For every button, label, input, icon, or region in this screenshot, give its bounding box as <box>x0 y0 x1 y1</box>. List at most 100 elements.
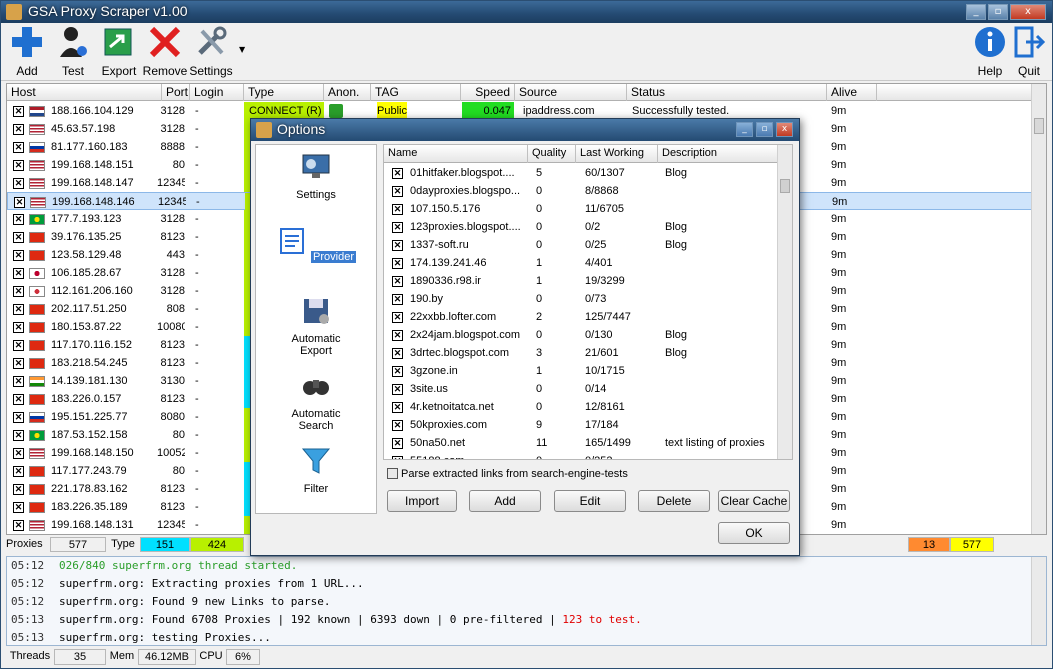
provider-row[interactable]: ✕ 0dayproxies.blogspo... 0 8/8868 <box>384 182 778 200</box>
provider-row[interactable]: ✕ 2x24jam.blogspot.com 0 0/130 Blog <box>384 326 778 344</box>
row-checkbox[interactable]: ✕ <box>13 178 24 189</box>
row-checkbox[interactable]: ✕ <box>13 106 24 117</box>
table-scrollbar[interactable] <box>1031 84 1046 534</box>
add-provider-button[interactable]: Add <box>469 490 541 512</box>
provider-scroll-thumb[interactable] <box>780 179 790 193</box>
row-checkbox[interactable]: ✕ <box>13 286 24 297</box>
col-port[interactable]: Port <box>162 84 190 101</box>
provider-row[interactable]: ✕ 4r.ketnoitatca.net 0 12/8161 <box>384 398 778 416</box>
nav-automatic-export[interactable]: Automatic Export <box>256 295 376 357</box>
row-checkbox[interactable]: ✕ <box>13 250 24 261</box>
row-checkbox[interactable]: ✕ <box>13 466 24 477</box>
close-button[interactable]: x <box>1010 4 1046 20</box>
provider-row[interactable]: ✕ 50na50.net 11 165/1499 text listing of pro… <box>384 434 778 452</box>
provider-row[interactable]: ✕ 123proxies.blogspot.... 0 0/2 Blog <box>384 218 778 236</box>
row-checkbox[interactable]: ✕ <box>13 394 24 405</box>
col-tag[interactable]: TAG <box>371 84 461 101</box>
col-alive[interactable]: Alive <box>827 84 877 101</box>
log-scrollbar[interactable] <box>1031 557 1046 645</box>
parse-links-checkbox[interactable] <box>387 468 398 479</box>
col-login[interactable]: Login <box>190 84 244 101</box>
provider-row[interactable]: ✕ 55188.com 0 0/252 <box>384 452 778 459</box>
provider-checkbox[interactable]: ✕ <box>392 258 403 269</box>
provider-checkbox[interactable]: ✕ <box>392 420 403 431</box>
maximize-button[interactable]: ▫ <box>988 4 1008 20</box>
provider-row[interactable]: ✕ 01hitfaker.blogspot.... 5 60/1307 Blog <box>384 164 778 182</box>
provider-row[interactable]: ✕ 50kproxies.com 9 17/184 <box>384 416 778 434</box>
test-button[interactable]: Test <box>47 25 99 78</box>
settings-button[interactable]: Settings <box>185 25 237 78</box>
provider-checkbox[interactable]: ✕ <box>392 366 403 377</box>
row-checkbox[interactable]: ✕ <box>13 448 24 459</box>
row-checkbox[interactable]: ✕ <box>13 160 24 171</box>
provider-checkbox[interactable]: ✕ <box>392 168 403 179</box>
row-checkbox[interactable]: ✕ <box>13 322 24 333</box>
provider-row[interactable]: ✕ 190.by 0 0/73 <box>384 290 778 308</box>
provider-row[interactable]: ✕ 3site.us 0 0/14 <box>384 380 778 398</box>
col-description[interactable]: Description <box>658 145 778 163</box>
provider-checkbox[interactable]: ✕ <box>392 312 403 323</box>
export-button[interactable]: Export <box>93 25 145 78</box>
edit-button[interactable]: Edit <box>554 490 626 512</box>
parse-links-option[interactable]: Parse extracted links from search-engine… <box>387 468 628 480</box>
provider-checkbox[interactable]: ✕ <box>392 276 403 287</box>
provider-row[interactable]: ✕ 22xxbb.lofter.com 2 125/7447 <box>384 308 778 326</box>
nav-provider[interactable]: Provider <box>256 225 376 263</box>
dialog-minimize-button[interactable]: _ <box>736 122 753 137</box>
quit-button[interactable]: Quit <box>1003 25 1053 78</box>
dialog-close-button[interactable]: x <box>776 122 793 137</box>
col-name[interactable]: Name <box>384 145 528 163</box>
provider-checkbox[interactable]: ✕ <box>392 402 403 413</box>
import-button[interactable]: Import <box>387 490 457 512</box>
provider-list[interactable]: Name Quality Last Working Description ✕ 0… <box>383 144 793 460</box>
provider-checkbox[interactable]: ✕ <box>392 348 403 359</box>
col-last-working[interactable]: Last Working <box>576 145 658 163</box>
provider-checkbox[interactable]: ✕ <box>392 186 403 197</box>
provider-checkbox[interactable]: ✕ <box>392 222 403 233</box>
settings-dropdown-arrow-icon[interactable]: ▼ <box>239 45 245 54</box>
provider-checkbox[interactable]: ✕ <box>392 456 403 459</box>
col-source[interactable]: Source <box>515 84 627 101</box>
add-button[interactable]: Add <box>1 25 53 78</box>
row-checkbox[interactable]: ✕ <box>13 376 24 387</box>
provider-row[interactable]: ✕ 107.150.5.176 0 11/6705 <box>384 200 778 218</box>
row-checkbox[interactable]: ✕ <box>13 268 24 279</box>
col-type[interactable]: Type <box>244 84 324 101</box>
row-checkbox[interactable]: ✕ <box>13 484 24 495</box>
col-host[interactable]: Host <box>7 84 162 101</box>
delete-button[interactable]: Delete <box>638 490 710 512</box>
provider-checkbox[interactable]: ✕ <box>392 294 403 305</box>
remove-button[interactable]: Remove <box>139 25 191 78</box>
row-checkbox[interactable]: ✕ <box>13 232 24 243</box>
row-checkbox[interactable]: ✕ <box>13 358 24 369</box>
nav-settings[interactable]: Settings <box>256 151 376 201</box>
dialog-maximize-button[interactable]: ▫ <box>756 122 773 137</box>
provider-checkbox[interactable]: ✕ <box>392 438 403 449</box>
row-checkbox[interactable]: ✕ <box>13 430 24 441</box>
provider-checkbox[interactable]: ✕ <box>392 384 403 395</box>
provider-row[interactable]: ✕ 174.139.241.46 1 4/401 <box>384 254 778 272</box>
minimize-button[interactable]: _ <box>966 4 986 20</box>
row-checkbox[interactable]: ✕ <box>14 197 25 208</box>
col-speed[interactable]: Speed <box>461 84 515 101</box>
row-checkbox[interactable]: ✕ <box>13 142 24 153</box>
row-checkbox[interactable]: ✕ <box>13 214 24 225</box>
col-status[interactable]: Status <box>627 84 827 101</box>
col-quality[interactable]: Quality <box>528 145 576 163</box>
row-checkbox[interactable]: ✕ <box>13 502 24 513</box>
provider-row[interactable]: ✕ 1890336.r98.ir 1 19/3299 <box>384 272 778 290</box>
row-checkbox[interactable]: ✕ <box>13 124 24 135</box>
nav-filter[interactable]: Filter <box>256 445 376 495</box>
ok-button[interactable]: OK <box>718 522 790 544</box>
nav-automatic-search[interactable]: Automatic Search <box>256 370 376 432</box>
row-checkbox[interactable]: ✕ <box>13 304 24 315</box>
col-anon[interactable]: Anon. <box>324 84 371 101</box>
clear-cache-button[interactable]: Clear Cache <box>718 490 790 512</box>
provider-row[interactable]: ✕ 1337-soft.ru 0 0/25 Blog <box>384 236 778 254</box>
provider-checkbox[interactable]: ✕ <box>392 204 403 215</box>
log-panel[interactable]: 05:12 026/840 superfrm.org thread started… <box>6 556 1047 646</box>
row-checkbox[interactable]: ✕ <box>13 520 24 531</box>
provider-row[interactable]: ✕ 3drtec.blogspot.com 3 21/601 Blog <box>384 344 778 362</box>
provider-checkbox[interactable]: ✕ <box>392 240 403 251</box>
provider-scrollbar[interactable] <box>777 145 792 459</box>
